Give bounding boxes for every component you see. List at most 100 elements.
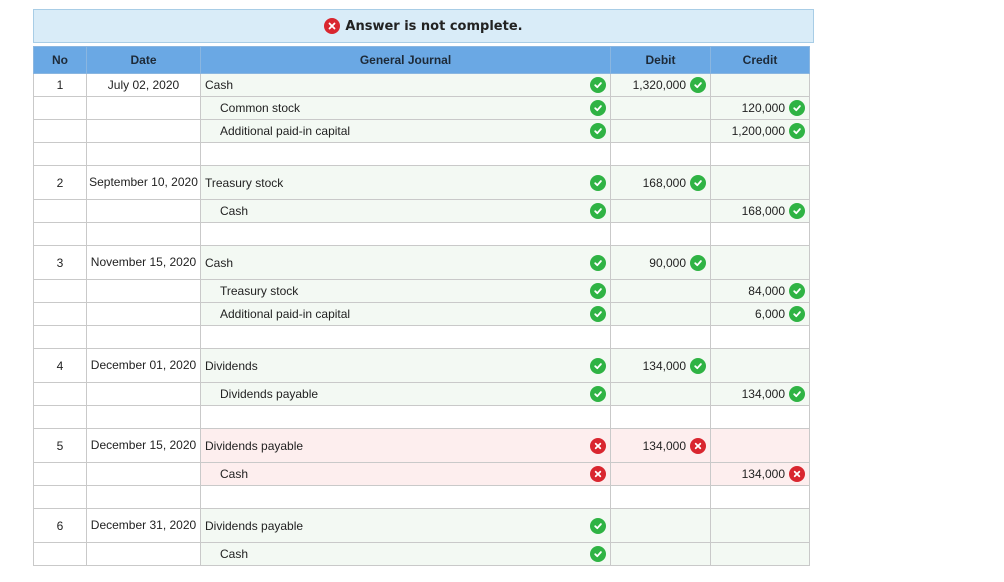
header-general-journal: General Journal (200, 46, 611, 74)
credit-cell[interactable] (710, 428, 810, 463)
date-cell[interactable]: November 15, 2020 (86, 245, 201, 280)
entry-number-cell (33, 382, 87, 406)
credit-amount: 168,000 (741, 204, 785, 218)
account-cell[interactable]: Dividends payable (200, 508, 611, 543)
date-cell[interactable] (86, 302, 201, 326)
credit-cell[interactable]: 120,000 (710, 96, 810, 120)
table-row: Cash 168,000 (33, 199, 810, 223)
debit-cell[interactable] (610, 382, 711, 406)
account-cell[interactable] (200, 405, 611, 429)
account-cell[interactable] (200, 142, 611, 166)
header-no: No (33, 46, 87, 74)
date-cell[interactable] (86, 382, 201, 406)
date-cell[interactable] (86, 96, 201, 120)
date-cell[interactable] (86, 119, 201, 143)
table-row (33, 405, 810, 429)
table-row: 6 December 31, 2020 Dividends payable (33, 508, 810, 543)
credit-cell[interactable] (710, 222, 810, 246)
account-cell[interactable] (200, 222, 611, 246)
date-cell[interactable]: September 10, 2020 (86, 165, 201, 200)
journal-body: 1 July 02, 2020 Cash 1,320,000 Common stock 1… (33, 73, 810, 566)
table-row (33, 142, 810, 166)
debit-cell[interactable] (610, 542, 711, 566)
banner-text: Answer is not complete. (345, 18, 523, 34)
credit-cell[interactable]: 168,000 (710, 199, 810, 223)
debit-cell[interactable] (610, 142, 711, 166)
credit-cell[interactable] (710, 73, 810, 97)
account-cell[interactable]: Cash (200, 245, 611, 280)
account-name: Dividends (205, 358, 258, 373)
debit-cell[interactable]: 134,000 (610, 428, 711, 463)
entry-date: November 15, 2020 (90, 255, 197, 269)
credit-cell[interactable] (710, 142, 810, 166)
entry-number: 5 (56, 438, 64, 453)
debit-cell[interactable] (610, 325, 711, 349)
date-cell[interactable] (86, 542, 201, 566)
date-cell[interactable] (86, 462, 201, 486)
credit-cell[interactable] (710, 325, 810, 349)
debit-cell[interactable] (610, 119, 711, 143)
credit-cell[interactable]: 1,200,000 (710, 119, 810, 143)
account-cell[interactable] (200, 485, 611, 509)
credit-cell[interactable] (710, 405, 810, 429)
account-cell[interactable]: Cash (200, 542, 611, 566)
check-circle-icon (789, 100, 805, 116)
debit-cell[interactable] (610, 485, 711, 509)
date-cell[interactable] (86, 325, 201, 349)
check-circle-icon (590, 100, 606, 116)
credit-cell[interactable]: 134,000 (710, 382, 810, 406)
account-cell[interactable]: Cash (200, 199, 611, 223)
credit-cell[interactable] (710, 542, 810, 566)
credit-cell[interactable]: 84,000 (710, 279, 810, 303)
account-name: Dividends payable (205, 438, 304, 453)
account-cell[interactable]: Treasury stock (200, 165, 611, 200)
credit-cell[interactable] (710, 485, 810, 509)
account-cell[interactable]: Dividends payable (200, 382, 611, 406)
debit-cell[interactable] (610, 462, 711, 486)
credit-cell[interactable] (710, 348, 810, 383)
header-credit: Credit (710, 46, 810, 74)
date-cell[interactable] (86, 142, 201, 166)
debit-cell[interactable] (610, 96, 711, 120)
debit-cell[interactable]: 134,000 (610, 348, 711, 383)
date-cell[interactable]: December 01, 2020 (86, 348, 201, 383)
date-cell[interactable]: December 31, 2020 (86, 508, 201, 543)
cross-circle-icon (789, 466, 805, 482)
date-cell[interactable]: July 02, 2020 (86, 73, 201, 97)
credit-cell[interactable]: 6,000 (710, 302, 810, 326)
debit-cell[interactable] (610, 199, 711, 223)
account-cell[interactable]: Additional paid-in capital (200, 119, 611, 143)
account-cell[interactable]: Dividends (200, 348, 611, 383)
account-cell[interactable]: Additional paid-in capital (200, 302, 611, 326)
account-cell[interactable]: Common stock (200, 96, 611, 120)
credit-cell[interactable]: 134,000 (710, 462, 810, 486)
credit-cell[interactable] (710, 245, 810, 280)
date-cell[interactable]: December 15, 2020 (86, 428, 201, 463)
credit-cell[interactable] (710, 508, 810, 543)
debit-cell[interactable] (610, 222, 711, 246)
date-cell[interactable] (86, 279, 201, 303)
credit-amount: 6,000 (754, 307, 785, 321)
debit-amount: 168,000 (642, 175, 686, 190)
debit-cell[interactable]: 1,320,000 (610, 73, 711, 97)
debit-cell[interactable] (610, 279, 711, 303)
account-cell[interactable]: Cash (200, 73, 611, 97)
credit-cell[interactable] (710, 165, 810, 200)
date-cell[interactable] (86, 485, 201, 509)
entry-number-cell: 4 (33, 348, 87, 383)
date-cell[interactable] (86, 199, 201, 223)
account-cell[interactable]: Treasury stock (200, 279, 611, 303)
date-cell[interactable] (86, 405, 201, 429)
debit-cell[interactable] (610, 405, 711, 429)
entry-date: December 31, 2020 (90, 518, 197, 532)
table-row: Cash 134,000 (33, 462, 810, 486)
debit-cell[interactable] (610, 302, 711, 326)
account-cell[interactable]: Dividends payable (200, 428, 611, 463)
account-cell[interactable] (200, 325, 611, 349)
date-cell[interactable] (86, 222, 201, 246)
table-row: 5 December 15, 2020 Dividends payable 134,0… (33, 428, 810, 463)
debit-cell[interactable]: 168,000 (610, 165, 711, 200)
debit-cell[interactable] (610, 508, 711, 543)
debit-cell[interactable]: 90,000 (610, 245, 711, 280)
account-cell[interactable]: Cash (200, 462, 611, 486)
